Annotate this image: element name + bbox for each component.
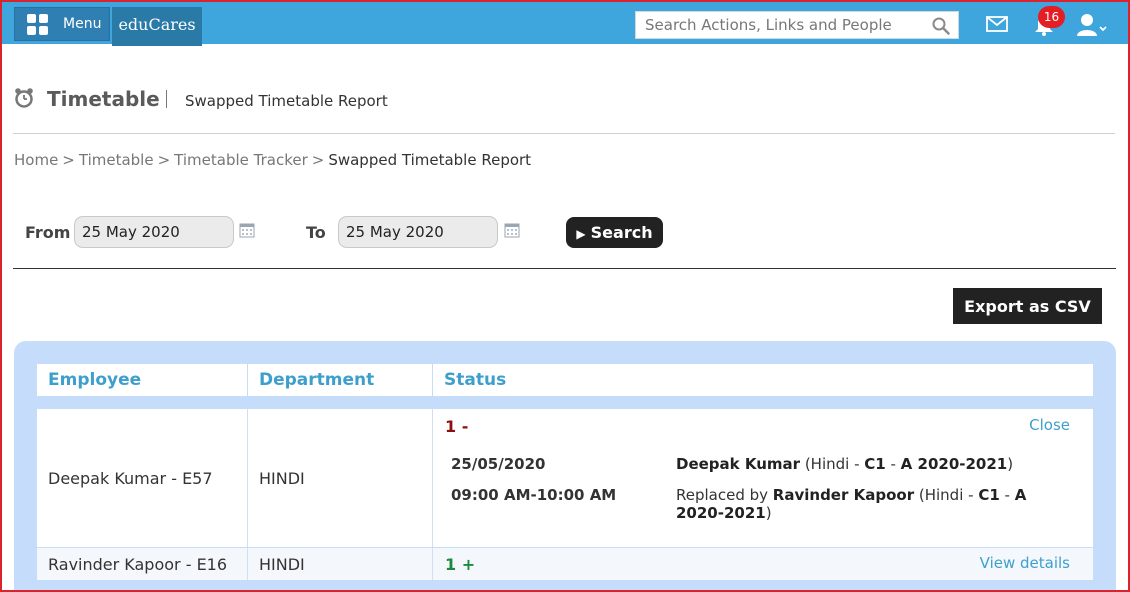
status-cell: 1 + View details (433, 548, 1093, 580)
breadcrumb-timetable-tracker[interactable]: Timetable Tracker (174, 151, 308, 169)
breadcrumb-current: Swapped Timetable Report (328, 151, 532, 169)
header-divider (13, 133, 1115, 134)
table-row: Ravinder Kapoor - E16 HINDI 1 + View det… (37, 548, 1093, 580)
alarm-clock-icon (15, 88, 33, 108)
to-label: To (306, 223, 326, 242)
breadcrumb-separator: > (157, 151, 171, 169)
top-navigation-bar: Menu eduCares 16 (2, 2, 1128, 46)
swap-date: 25/05/2020 (451, 455, 546, 473)
calendar-icon[interactable] (504, 222, 520, 238)
export-csv-button[interactable]: Export as CSV (953, 288, 1102, 324)
brand-tab[interactable]: eduCares (112, 7, 202, 46)
column-header-department: Department (248, 364, 433, 396)
user-avatar-icon[interactable] (1076, 12, 1108, 38)
employee-cell: Deepak Kumar - E57 (37, 409, 248, 547)
notification-count-badge: 16 (1038, 6, 1065, 28)
menu-button[interactable]: Menu (14, 7, 110, 41)
search-button[interactable]: ▶ Search (566, 217, 663, 248)
from-label: From (25, 223, 71, 242)
status-count: 1 - (445, 417, 469, 436)
column-header-employee: Employee (37, 364, 248, 396)
status-count: 1 + (445, 555, 476, 574)
column-header-status: Status (444, 370, 507, 390)
department-name: HINDI (259, 555, 305, 574)
mail-icon[interactable] (986, 16, 1008, 32)
calendar-icon[interactable] (239, 222, 255, 238)
play-icon: ▶ (576, 227, 586, 241)
grid-menu-icon (27, 14, 49, 36)
replacement-teacher: Replaced by Ravinder Kapoor (Hindi - C1 … (676, 486, 1027, 522)
swap-time: 09:00 AM-10:00 AM (451, 486, 617, 504)
employee-name: Ravinder Kapoor - E16 (48, 555, 228, 574)
from-date-input[interactable] (74, 216, 234, 248)
breadcrumb-home[interactable]: Home (14, 151, 58, 169)
employee-name: Deepak Kumar - E57 (48, 469, 213, 488)
page-title: Timetable (47, 87, 160, 111)
page-subtitle: Swapped Timetable Report (185, 92, 388, 110)
global-search (635, 11, 959, 39)
breadcrumb-timetable[interactable]: Timetable (79, 151, 154, 169)
close-details-link[interactable]: Close (1029, 416, 1070, 434)
title-separator (166, 90, 167, 108)
view-details-link[interactable]: View details (980, 554, 1070, 572)
breadcrumb-separator: > (62, 151, 75, 169)
table-row: Deepak Kumar - E57 HINDI 1 - Close 25/05… (37, 409, 1093, 547)
department-name: HINDI (259, 469, 305, 488)
department-cell: HINDI (248, 548, 433, 580)
breadcrumb-separator: > (311, 151, 325, 169)
global-search-input[interactable] (636, 12, 926, 38)
table-header: Employee Department Status (37, 364, 1093, 396)
original-teacher: Deepak Kumar (Hindi - C1 - A 2020-2021) (676, 455, 1014, 473)
search-icon[interactable] (932, 17, 950, 35)
filter-divider (13, 268, 1116, 269)
employee-cell: Ravinder Kapoor - E16 (37, 548, 248, 580)
breadcrumb: Home > Timetable > Timetable Tracker > Swapped… (14, 151, 531, 169)
status-cell: 1 - Close 25/05/2020 09:00 AM-10:00 AM D… (433, 409, 1093, 547)
menu-label: Menu (63, 16, 102, 32)
department-cell: HINDI (248, 409, 433, 547)
search-button-label: Search (590, 223, 653, 242)
to-date-input[interactable] (338, 216, 498, 248)
